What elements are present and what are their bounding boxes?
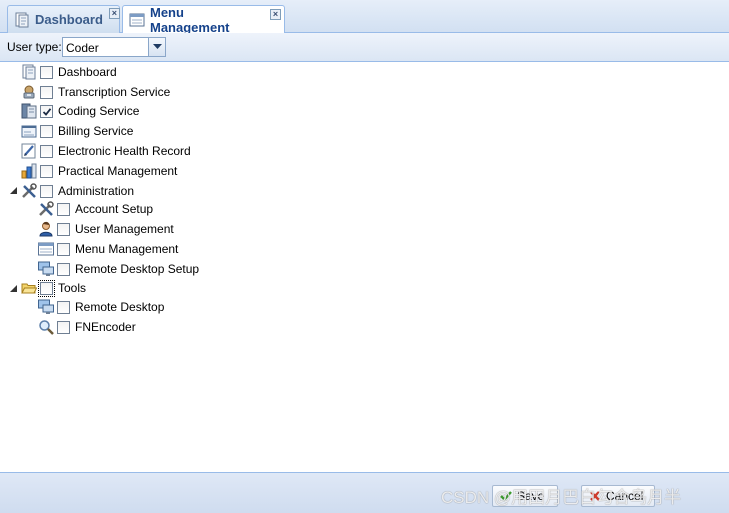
checkbox-remote-desktop-setup[interactable]: [57, 262, 70, 276]
toolbar: User type: Coder: [0, 33, 729, 62]
menu-management-window: Dashboard × Menu Management × User type:…: [0, 0, 729, 513]
tools-icon: [22, 183, 37, 198]
tab-strip: Dashboard × Menu Management ×: [0, 0, 729, 35]
checkbox-electronic-health-record[interactable]: [40, 144, 53, 158]
tab-dashboard-close-icon[interactable]: ×: [108, 8, 120, 19]
tree-item-label: Electronic Health Record: [58, 144, 191, 158]
cancel-x-icon: [590, 491, 600, 501]
tree-item-label: Tools: [58, 281, 87, 295]
tree-item-user-management[interactable]: User Management: [38, 220, 174, 238]
window-icon: [38, 242, 54, 256]
tree-item-label: Account Setup: [75, 202, 154, 216]
billing-icon: [21, 125, 37, 138]
tree-item-remote-desktop[interactable]: Remote Desktop: [38, 298, 164, 316]
tree-item-label: Menu Management: [75, 242, 179, 256]
checkbox-tools[interactable]: [38, 279, 55, 297]
tree-item-account-setup[interactable]: Account Setup: [38, 200, 153, 218]
user-type-label: User type:: [7, 40, 62, 54]
tree-item-label: Practical Management: [58, 164, 178, 178]
remote-desktop-icon: [38, 261, 54, 276]
tree-item-remote-desktop-setup[interactable]: Remote Desktop Setup: [38, 260, 199, 278]
transcription-icon: [23, 85, 35, 99]
remote-desktop-icon: [38, 299, 54, 314]
checkbox-fnencoder[interactable]: [57, 320, 70, 334]
tree-item-fnencoder[interactable]: FNEncoder: [38, 318, 136, 336]
tools-icon: [39, 201, 54, 216]
tree-item-electronic-health-record[interactable]: Electronic Health Record: [21, 142, 191, 160]
tree-item-label: Billing Service: [58, 124, 134, 138]
folder-open-icon: [21, 283, 37, 294]
tree-item-dashboard[interactable]: Dashboard: [21, 63, 117, 81]
cancel-button-label: Cancel: [606, 489, 644, 503]
tree-item-label: Coding Service: [58, 104, 140, 118]
checkbox-administration[interactable]: [40, 184, 53, 198]
magnifier-icon: [39, 320, 54, 335]
user-type-value: Coder: [66, 41, 99, 55]
coding-icon: [21, 103, 37, 119]
user-type-dropdown-button[interactable]: [148, 38, 165, 56]
tree-item-label: Transcription Service: [58, 85, 171, 99]
tree-item-label: User Management: [75, 222, 174, 236]
collapse-arrow-icon[interactable]: [9, 186, 18, 195]
user-type-select[interactable]: Coder: [62, 37, 166, 57]
tree-item-administration[interactable]: Administration: [21, 182, 134, 200]
checkbox-remote-desktop[interactable]: [57, 300, 70, 314]
tab-menu-management[interactable]: Menu Management ×: [122, 5, 285, 35]
checkbox-practical-management[interactable]: [40, 164, 53, 178]
tree-item-billing-service[interactable]: Billing Service: [21, 122, 133, 140]
checkbox-billing-service[interactable]: [40, 124, 53, 138]
checkbox-user-management[interactable]: [57, 222, 70, 236]
tab-menu-management-close-icon[interactable]: ×: [270, 8, 281, 20]
checkbox-menu-management[interactable]: [57, 242, 70, 256]
user-icon: [39, 221, 53, 237]
checkmark-icon: [42, 107, 52, 116]
chart-icon: [21, 163, 37, 179]
ehr-icon: [21, 143, 36, 159]
tab-dashboard-label: Dashboard: [35, 12, 103, 27]
menu-management-icon: [129, 13, 145, 27]
tree-item-label: FNEncoder: [75, 320, 136, 334]
tree-item-label: Remote Desktop: [75, 300, 165, 314]
tree-item-transcription-service[interactable]: Transcription Service: [21, 83, 170, 101]
dashboard-icon: [15, 12, 29, 27]
chevron-down-icon: [153, 44, 162, 49]
checkbox-account-setup[interactable]: [57, 202, 70, 216]
tab-dashboard[interactable]: Dashboard ×: [7, 5, 120, 33]
tree-item-tools[interactable]: Tools: [21, 279, 86, 297]
cancel-button[interactable]: Cancel: [581, 485, 655, 507]
tree-item-label: Dashboard: [58, 65, 117, 79]
collapse-arrow-icon[interactable]: [9, 284, 18, 293]
save-button-label: Save: [517, 489, 545, 503]
checkbox-coding-service[interactable]: [40, 104, 53, 118]
checkbox-dashboard[interactable]: [40, 65, 53, 79]
tree-item-label: Remote Desktop Setup: [75, 262, 200, 276]
save-check-icon: [500, 491, 512, 502]
dashboard-icon: [22, 64, 36, 80]
tree-item-coding-service[interactable]: Coding Service: [21, 102, 139, 120]
tab-menu-management-label: Menu Management: [150, 5, 230, 35]
tree-item-menu-management[interactable]: Menu Management: [38, 240, 178, 258]
tree-item-label: Administration: [58, 184, 135, 198]
menu-tree: Dashboard Transcription Service Coding S…: [0, 62, 729, 472]
tree-item-practical-management[interactable]: Practical Management: [21, 162, 177, 180]
footer-toolbar: Save Cancel: [0, 472, 729, 513]
checkbox-transcription-service[interactable]: [40, 85, 53, 99]
save-button[interactable]: Save: [492, 485, 558, 507]
